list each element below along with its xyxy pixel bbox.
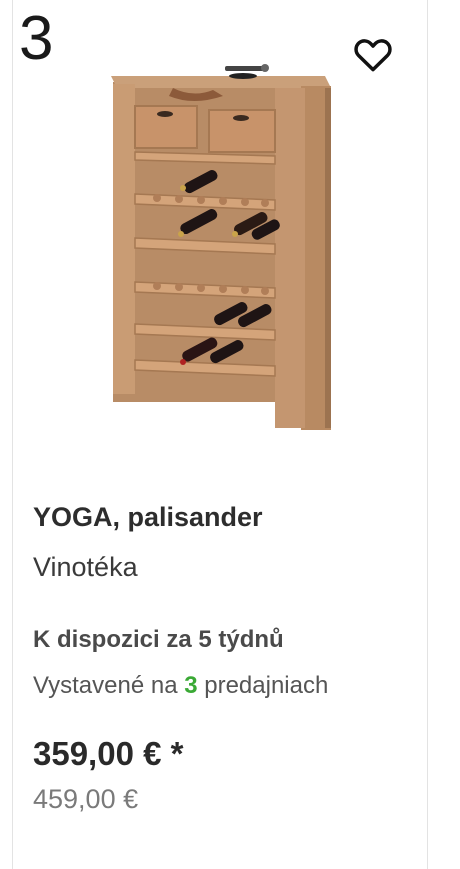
product-category: Vinotéka bbox=[33, 552, 138, 582]
wishlist-button[interactable] bbox=[351, 32, 395, 76]
heart-outline-icon[interactable] bbox=[351, 32, 395, 76]
availability-text: K dispozici za 5 týdnů bbox=[33, 626, 284, 653]
stores-suffix: predajniach bbox=[197, 672, 329, 699]
store-availability: Vystavené na 3 predajniach bbox=[33, 672, 407, 700]
stores-count: 3 bbox=[184, 672, 198, 699]
current-price: 359,00 € * bbox=[33, 735, 184, 772]
stores-prefix: Vystavené na bbox=[33, 672, 185, 699]
product-card[interactable]: 3 YOGA, palisander Vinotéka K dispozici … bbox=[12, 0, 428, 869]
product-image[interactable] bbox=[73, 58, 353, 438]
old-price: 459,00 € bbox=[33, 784, 139, 814]
rank-number: 3 bbox=[19, 4, 54, 73]
product-name[interactable]: YOGA, palisander bbox=[33, 502, 407, 533]
